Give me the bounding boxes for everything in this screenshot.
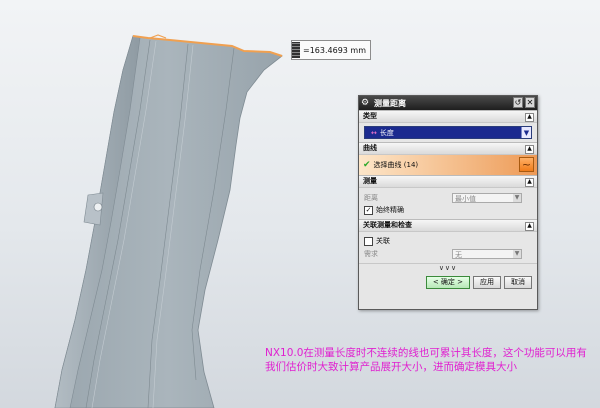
drag-handle-icon[interactable] <box>292 42 300 58</box>
reset-icon[interactable]: ↺ <box>513 97 523 108</box>
close-icon[interactable]: ✕ <box>525 97 535 108</box>
type-select[interactable]: ↔ 长度 ▼ <box>364 126 532 139</box>
requirement-label: 需求 <box>364 249 378 258</box>
dialog-title: 测量距离 <box>374 98 406 108</box>
section-measure-header[interactable]: 测量 ▲ <box>359 175 537 188</box>
ok-button[interactable]: < 确定 > <box>425 276 470 289</box>
measure-distance-dialog: ⚙ 测量距离 ↺ ✕ 类型 ▲ ↔ 长度 ▼ 曲线 ▲ ✔ 选择曲线 (14) … <box>358 95 538 310</box>
section-associative-label: 关联测量和检查 <box>363 221 412 229</box>
select-curve-label: 选择曲线 (14) <box>373 161 419 169</box>
distance-select[interactable]: 最小值 ▼ <box>452 192 522 203</box>
cancel-button[interactable]: 取消 <box>504 276 532 289</box>
requirement-value: 无 <box>455 250 462 259</box>
dialog-titlebar[interactable]: ⚙ 测量距离 ↺ ✕ <box>359 96 537 110</box>
collapse-icon[interactable]: ▲ <box>525 178 534 187</box>
chevron-down-icon[interactable]: ▼ <box>521 127 531 138</box>
associate-label: 关联 <box>376 237 390 245</box>
checkmark-icon: ✔ <box>363 160 371 170</box>
collapse-icon[interactable]: ▲ <box>525 222 534 231</box>
associate-checkbox[interactable] <box>364 236 373 246</box>
always-accurate-checkbox[interactable]: ✓ <box>364 205 373 215</box>
annotation-caption: NX10.0在测量长度时不连续的线也可累计其长度，这个功能可以用有我们估价时大致… <box>265 347 587 373</box>
chevron-down-icon: ▼ <box>513 193 521 202</box>
distance-value: 最小值 <box>455 194 476 203</box>
section-measure-label: 测量 <box>363 177 377 185</box>
measurement-readout[interactable]: =163.4693 mm <box>291 40 372 60</box>
distance-label: 距离 <box>364 193 378 202</box>
section-type-header[interactable]: 类型 ▲ <box>359 110 537 123</box>
length-icon: ↔ <box>371 128 377 137</box>
section-curve-header[interactable]: 曲线 ▲ <box>359 142 537 155</box>
section-curve-label: 曲线 <box>363 144 377 152</box>
more-options-toggle[interactable]: ∨∨∨ <box>359 263 537 273</box>
select-curve-row[interactable]: ✔ 选择曲线 (14) ~ <box>359 155 537 175</box>
gear-icon[interactable]: ⚙ <box>359 98 371 108</box>
sheet-metal-part[interactable] <box>54 34 283 408</box>
requirement-select[interactable]: 无 ▼ <box>452 248 522 259</box>
measurement-value: =163.4693 mm <box>303 45 367 55</box>
collapse-icon[interactable]: ▲ <box>525 113 534 122</box>
curve-select-icon[interactable]: ~ <box>519 157 534 172</box>
type-value: 长度 <box>379 128 394 137</box>
apply-button[interactable]: 应用 <box>473 276 501 289</box>
chevron-down-icon: ▼ <box>513 249 521 258</box>
section-associative-header[interactable]: 关联测量和检查 ▲ <box>359 219 537 232</box>
always-accurate-label: 始终精确 <box>376 206 404 214</box>
collapse-icon[interactable]: ▲ <box>525 145 534 154</box>
section-type-label: 类型 <box>363 112 377 120</box>
